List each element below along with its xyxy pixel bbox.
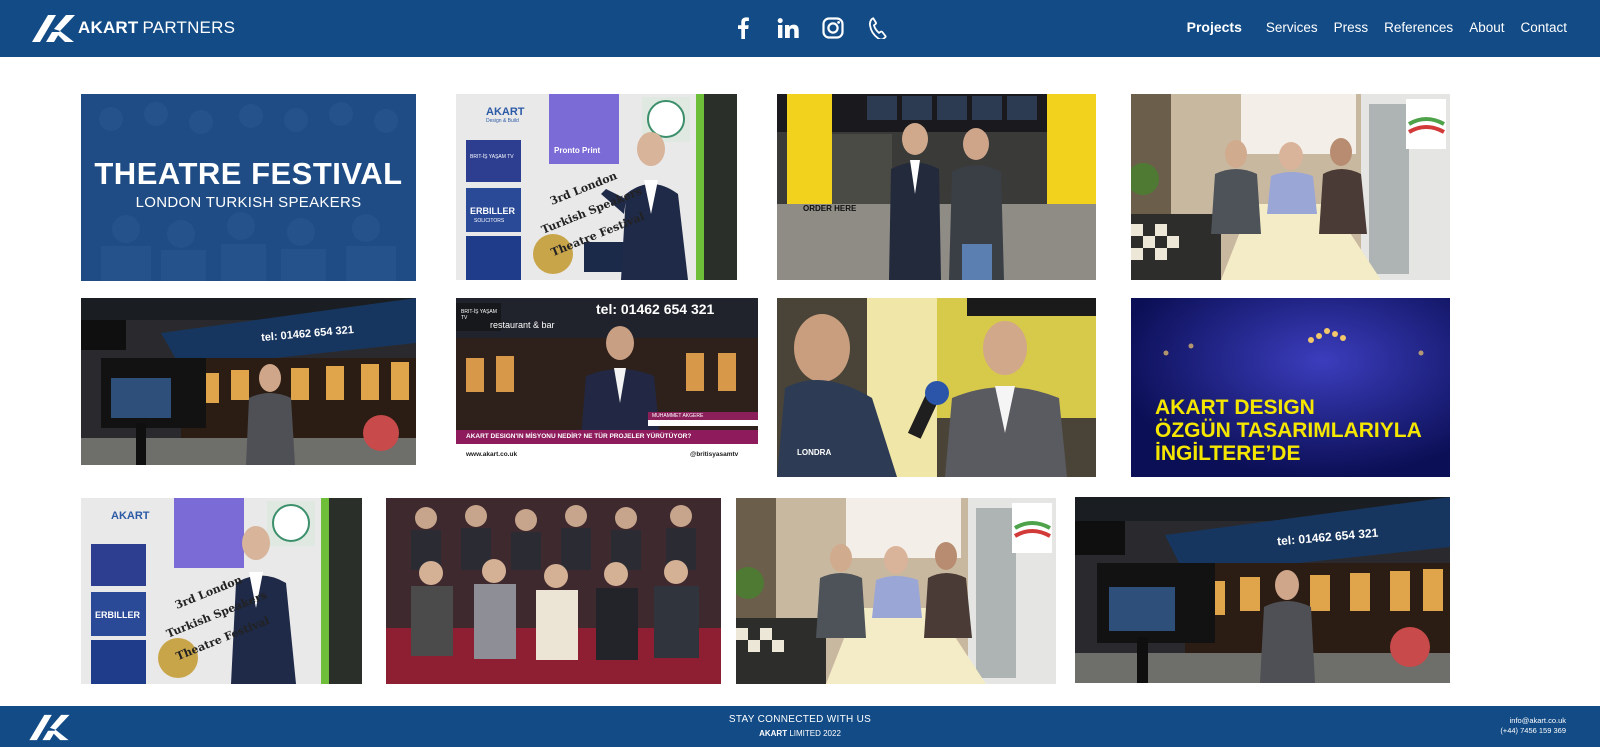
nav-references[interactable]: References [1384,20,1453,35]
project-group-photo[interactable] [386,498,721,684]
broadcast-bar-sign: restaurant & bar [490,320,555,330]
project-restaurant-interview[interactable]: ORDER HERE [777,94,1096,280]
project-mic-interview[interactable]: LONDRA [777,298,1096,477]
project-theatre-festival[interactable]: THEATRE FESTIVAL LONDON TURKISH SPEAKERS [81,94,416,281]
brand-name-bold: AKART [78,18,139,37]
broadcast-phone: tel: 01462 654 321 [596,301,715,317]
cafe-meeting-photo-2 [736,498,1056,684]
board-logo-akart: AKART [486,106,525,118]
brand-logo[interactable]: AKART PARTNERS [30,13,235,43]
stay-connected-text: STAY CONNECTED WITH US [728,714,872,725]
board-logo-pronto: Pronto Print [554,146,601,155]
brand-name-light: PARTNERS [142,18,236,37]
broadcast-channel: BRIT-İŞ YAŞAM TV [461,309,497,321]
project-festival-sponsor-board-2[interactable]: AKART ERBILLER 3rd London Turkish Speake… [81,498,362,684]
project-akart-design-banner[interactable]: AKART DESIGN ÖZGÜN TASARIMLARIYLA İNGİLT… [1131,298,1450,477]
nav-services[interactable]: Services [1266,20,1318,35]
restaurant-counter-photo [777,94,1096,280]
social-links [730,15,891,41]
project-cafe-meeting[interactable] [1131,94,1450,280]
counter-sign-text: ORDER HERE [803,204,857,213]
akart-logo-icon [32,15,75,42]
board2-logo-akart: AKART [111,510,150,522]
festival-title: THEATRE FESTIVAL [94,156,403,191]
site-header: AKART PARTNERS Projects Services Press Re… [0,0,1600,57]
board2-logo-erbiller: ERBILLER [95,610,140,620]
copyright-rest: LIMITED 2022 [789,729,841,738]
nav-contact[interactable]: Contact [1520,20,1567,35]
site-footer: STAY CONNECTED WITH US AKART LIMITED 202… [0,706,1600,747]
nav-press[interactable]: Press [1334,20,1369,35]
nav-projects[interactable]: Projects [1187,19,1242,35]
footer-contact: info@akart.co.uk (+44) 7456 159 369 [1500,716,1566,736]
project-festival-sponsor-board[interactable]: AKART Design & Build BRIT-İŞ YAŞAM TV ER… [456,94,737,280]
footer-phone[interactable]: (+44) 7456 159 369 [1500,726,1566,736]
group-photo [386,498,721,684]
broadcast-name-bar: MUHAMMET AKGERE [652,413,704,419]
project-restaurant-filming-2[interactable]: tel: 01462 654 321 [1075,497,1450,683]
facebook-icon[interactable] [730,15,756,41]
nav-about[interactable]: About [1469,20,1504,35]
copyright-brand: AKART [759,729,788,738]
design-line-2: ÖZGÜN TASARIMLARIYLA [1155,419,1422,442]
restaurant-filming-photo [81,298,416,465]
project-cafe-meeting-2[interactable] [736,498,1056,684]
brand-name: AKART PARTNERS [78,18,235,38]
restaurant-filming-photo-2 [1075,497,1450,683]
footer-center: STAY CONNECTED WITH US AKART LIMITED 202… [0,714,1600,738]
board-logo-akart-sub: Design & Build [486,118,519,124]
design-line-3: İNGİLTERE’DE [1155,442,1301,465]
broadcast-handle: @britisyasamtv [690,451,739,458]
main-nav: Projects Services Press References About… [1171,19,1567,35]
linkedin-icon[interactable] [775,15,801,41]
copyright-text: AKART LIMITED 2022 [0,729,1600,738]
board-logo-erbiller: ERBILLER [470,206,515,216]
broadcast-caption: AKART DESIGN'IN MİSYONU NEDİR? NE TÜR PR… [466,433,692,440]
project-restaurant-filming[interactable]: tel: 01462 654 321 [81,298,416,465]
board-logo-solicitors: SOLICITORS [474,218,505,224]
broadcast-website: www.akart.co.uk [466,451,518,458]
festival-subtitle: LONDON TURKISH SPEAKERS [135,194,362,211]
design-line-1: AKART DESIGN [1155,396,1315,419]
phone-icon[interactable] [865,15,891,41]
mic-label: LONDRA [797,448,832,457]
instagram-icon[interactable] [820,15,846,41]
footer-email[interactable]: info@akart.co.uk [1500,716,1566,726]
cafe-meeting-photo [1131,94,1450,280]
project-broadcast-interview[interactable]: tel: 01462 654 321 restaurant & bar BRIT… [456,298,758,466]
board-logo-britis: BRIT-İŞ YAŞAM TV [470,154,514,160]
